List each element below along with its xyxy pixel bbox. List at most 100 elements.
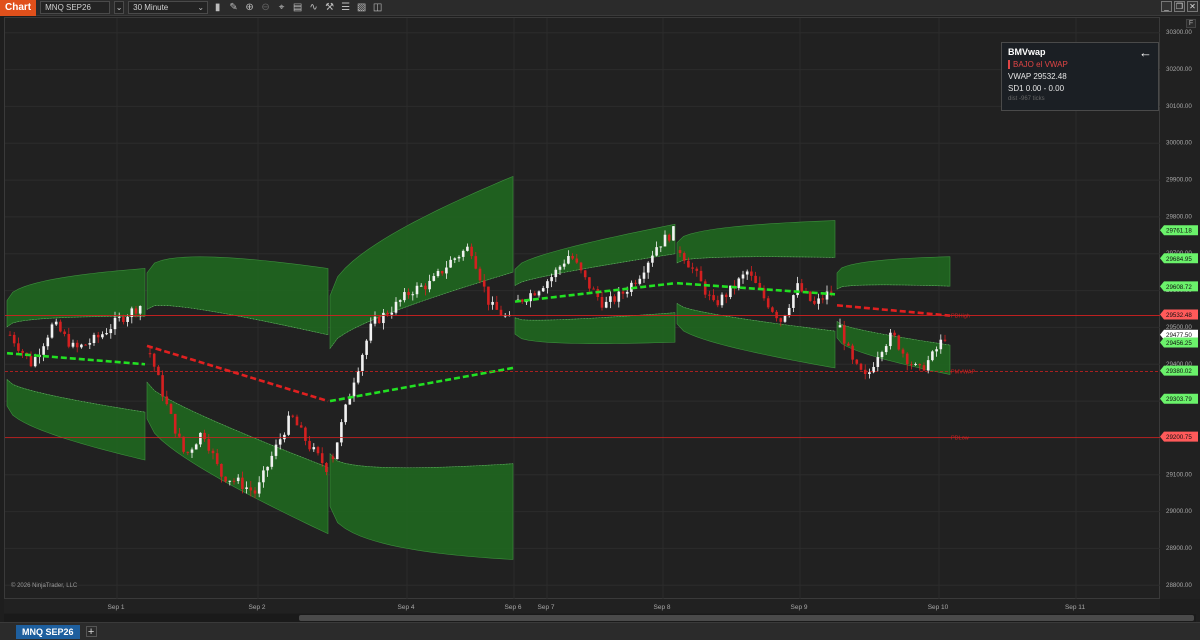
indicators-icon[interactable]: ∿ [307,1,320,14]
indicator-title: BMVwap [1008,47,1046,57]
candle-body [424,285,427,290]
candle-body [893,332,896,336]
candle-body [575,258,579,263]
vwap-upper-band [676,220,836,264]
candle-body [520,299,524,302]
candle-body [478,268,482,281]
scrollbar-thumb[interactable] [299,615,1194,621]
candle-body [415,285,419,295]
candle-body [588,277,591,289]
crosshair-icon[interactable]: ⌖ [275,1,288,14]
bmvwap-info-panel: BMVwap BAJO el VWAP VWAP 29532.48 SD1 0.… [1001,42,1159,111]
candle-body [445,267,448,274]
price-tick-label: 30300.00 [1166,29,1192,36]
candle-body [75,342,79,348]
add-tab-icon[interactable]: + [85,626,97,638]
instrument-dropdown-button[interactable]: ⌄ [114,1,125,14]
strategies-icon[interactable]: ⚒ [323,1,336,14]
bar-type-icon[interactable]: ▮ [211,1,224,14]
candle-body [638,278,642,284]
zoom-in-icon[interactable]: ⊕ [243,1,256,14]
candle-body [211,450,215,454]
price-chart[interactable]: PDHigh PMVWAP PDLow [5,18,1161,600]
candle-body [453,258,457,260]
candle-body [889,332,892,347]
candle-body [236,477,240,482]
candle-body [457,256,461,259]
price-tick-label: 30100.00 [1166,103,1192,110]
candle-body [813,300,816,304]
candle-body [432,276,436,281]
candle-body [567,255,570,264]
candle-body [220,463,223,477]
candle-body [821,298,825,300]
properties-icon[interactable]: ☰ [339,1,352,14]
restore-button[interactable]: ❐ [1174,1,1185,12]
arrow-left-icon[interactable]: ← [1139,45,1152,60]
candle-body [931,351,934,361]
distance-text: dist -967 ticks [1008,96,1045,102]
candle-body [449,259,452,268]
chart-scrollbar[interactable] [4,614,1196,622]
templates-icon[interactable]: ▧ [355,1,368,14]
candle-body [59,321,62,332]
candle-body [8,334,12,336]
zoom-out-icon[interactable]: ⊖ [259,1,272,14]
candle-body [905,353,909,365]
price-tick-label: 28800.00 [1166,582,1192,589]
candle-body [800,283,804,292]
candle-body [712,295,715,301]
close-button[interactable]: ✕ [1187,1,1198,12]
candle-body [117,316,121,318]
candle-body [922,365,926,371]
vwap-lower-band [329,453,514,560]
candle-body [63,331,66,335]
candle-body [897,335,901,350]
candle-body [113,317,117,330]
candle-body [741,274,745,279]
price-tick-label: 29800.00 [1166,213,1192,220]
candle-body [157,366,160,376]
chevron-down-icon: ⌄ [197,3,205,12]
candle-body [796,283,799,296]
candle-body [308,440,311,450]
minimize-button[interactable]: _ [1161,1,1172,12]
interval-label: 30 Minute [133,3,169,12]
instrument-selector[interactable]: MNQ SEP26 [40,1,111,14]
candle-body [262,470,265,483]
candle-body [491,301,494,305]
candle-body [695,268,699,271]
candle-body [215,453,219,464]
candle-body [829,291,833,293]
vwap-value-text: VWAP 29532.48 [1008,72,1067,81]
candle-body [868,372,871,374]
candle-body [161,375,164,397]
candle-body [312,447,316,450]
price-axis[interactable]: F 30300.00 30200.00 30100.00 30000.00 29900.… [1160,17,1200,599]
attach-order-icon[interactable]: ◫ [371,1,384,14]
vwap-line [6,351,146,366]
app-label[interactable]: Chart [0,0,37,16]
candle-body [482,280,486,287]
time-tick-label: Sep 11 [1065,604,1086,611]
pencil-draw-icon[interactable]: ✎ [227,1,240,14]
price-tick-label: 29900.00 [1166,177,1192,184]
candle-body [257,482,261,494]
data-box-icon[interactable]: ▤ [291,1,304,14]
interval-selector[interactable]: 30 Minute ⌄ [128,1,209,14]
tab-instrument[interactable]: MNQ SEP26 [16,624,80,639]
candle-body [609,296,612,302]
time-axis[interactable]: Sep 1 Sep 2 Sep 4 Sep 6 Sep 7 Sep 8 Sep 9 Sep 1… [4,599,1160,613]
chart-panel[interactable]: PDHigh PMVWAP PDLow © 2026 NinjaTrader, LL… [4,17,1161,600]
candle-body [29,355,33,367]
candle-body [178,433,181,437]
candle-body [67,334,71,347]
candle-body [105,333,108,335]
candle-body [88,343,92,345]
candle-body [779,318,783,322]
vwap-upper-band [146,256,329,336]
candle-body [558,266,562,270]
candle-body [352,382,356,397]
candle-body [182,436,185,452]
vwap-lower-band [676,302,836,369]
